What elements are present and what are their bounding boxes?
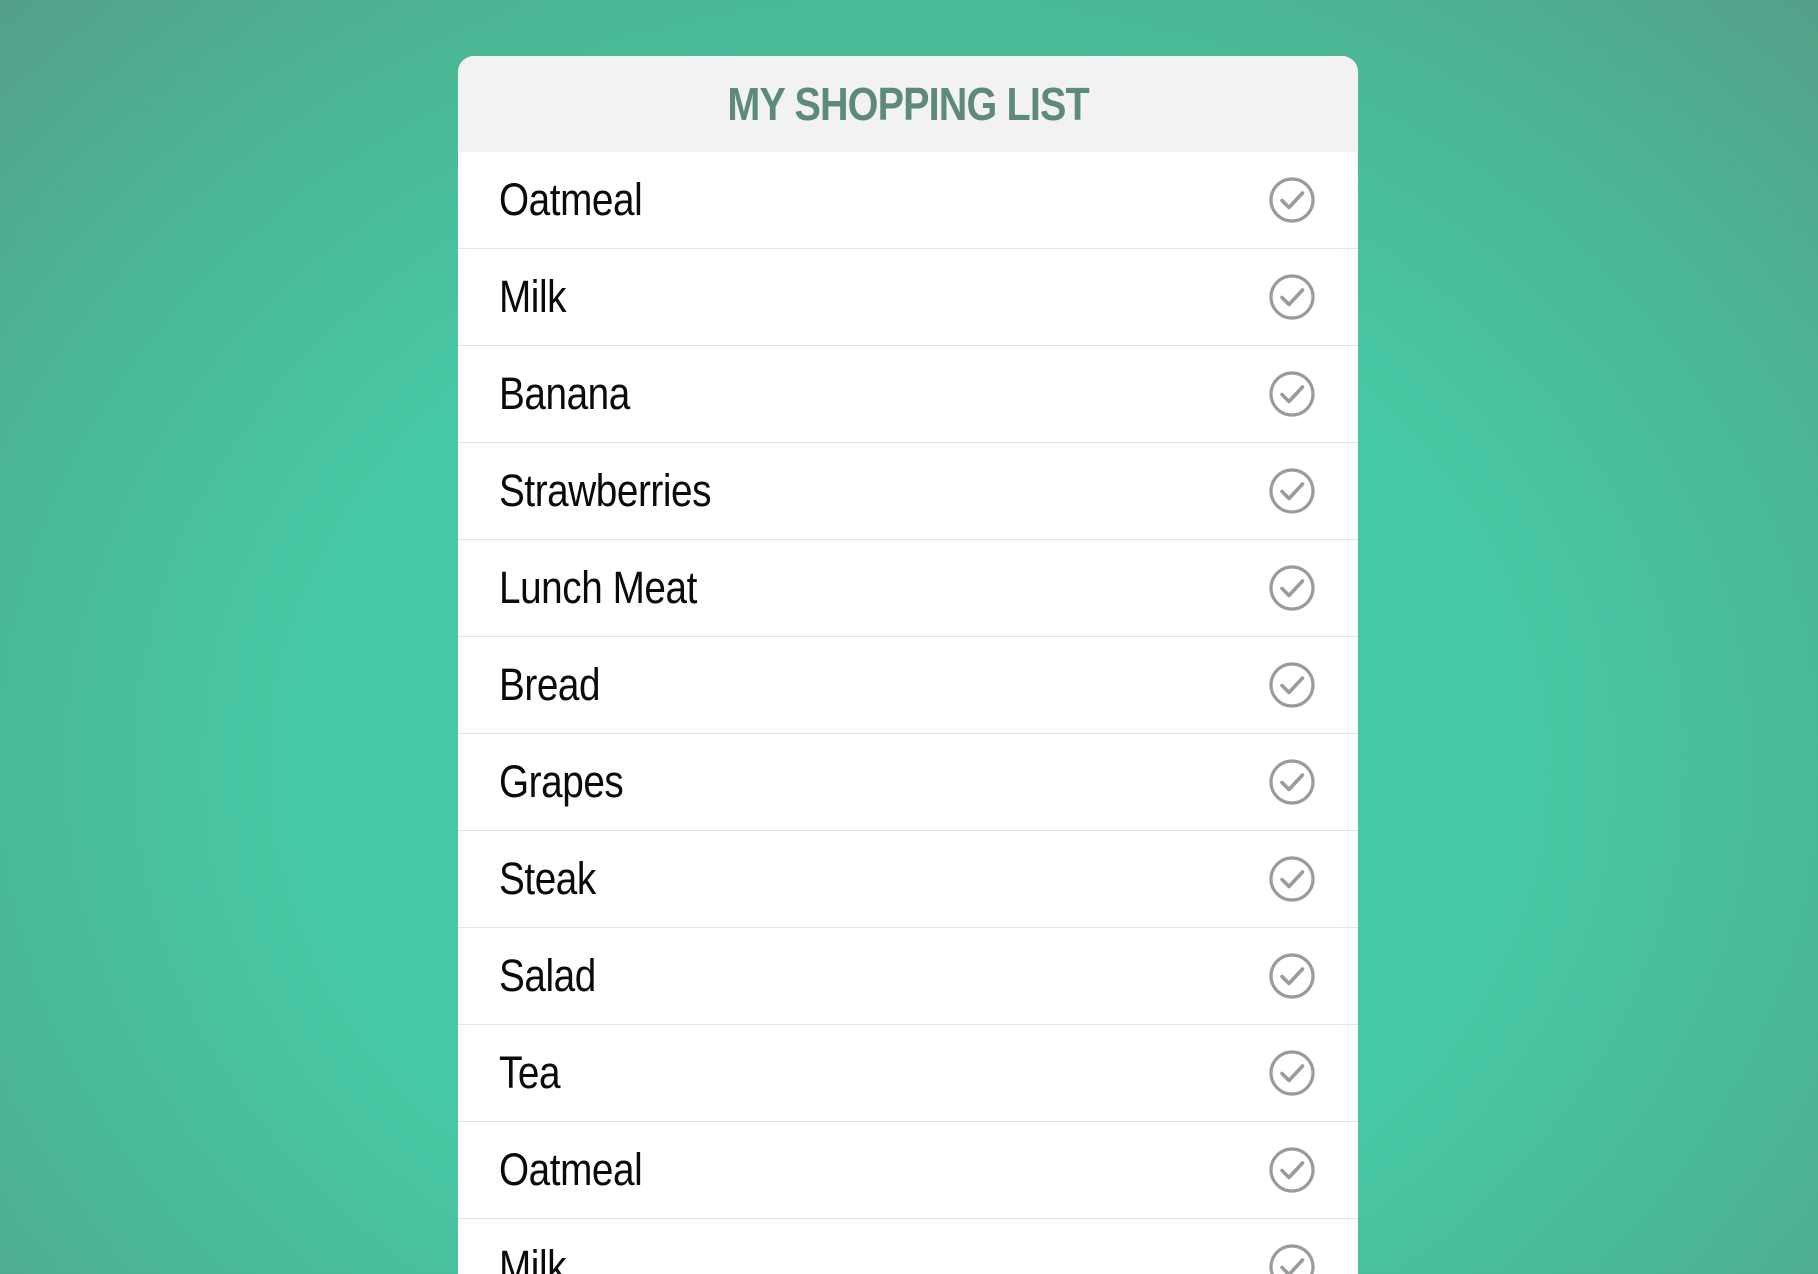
check-circle-icon[interactable] (1268, 855, 1316, 903)
check-circle-icon[interactable] (1268, 273, 1316, 321)
check-circle-icon[interactable] (1268, 1146, 1316, 1194)
check-circle-icon[interactable] (1268, 1243, 1316, 1274)
shopping-list-card: MY SHOPPING LIST Oatmeal Milk Banana Str… (458, 56, 1358, 1274)
item-label: Milk (499, 1241, 567, 1274)
check-circle-icon[interactable] (1268, 1049, 1316, 1097)
check-circle-icon[interactable] (1268, 661, 1316, 709)
list-item[interactable]: Oatmeal (458, 1122, 1358, 1219)
item-label: Steak (499, 853, 596, 904)
item-label: Oatmeal (499, 1144, 643, 1195)
item-label: Lunch Meat (499, 562, 697, 613)
list-item[interactable]: Bread (458, 637, 1358, 734)
list-item[interactable]: Grapes (458, 734, 1358, 831)
list-item[interactable]: Tea (458, 1025, 1358, 1122)
shopping-list: Oatmeal Milk Banana Strawberries Lunch M… (458, 152, 1358, 1274)
item-label: Milk (499, 271, 567, 322)
list-item[interactable]: Salad (458, 928, 1358, 1025)
list-item[interactable]: Banana (458, 346, 1358, 443)
list-header: MY SHOPPING LIST (458, 56, 1358, 152)
check-circle-icon[interactable] (1268, 564, 1316, 612)
item-label: Oatmeal (499, 174, 643, 225)
list-item[interactable]: Steak (458, 831, 1358, 928)
check-circle-icon[interactable] (1268, 952, 1316, 1000)
item-label: Strawberries (499, 465, 712, 516)
list-item[interactable]: Oatmeal (458, 152, 1358, 249)
item-label: Bread (499, 659, 601, 710)
item-label: Grapes (499, 756, 624, 807)
item-label: Banana (499, 368, 630, 419)
item-label: Tea (499, 1047, 561, 1098)
list-item[interactable]: Strawberries (458, 443, 1358, 540)
item-label: Salad (499, 950, 596, 1001)
list-item[interactable]: Milk (458, 1219, 1358, 1274)
check-circle-icon[interactable] (1268, 370, 1316, 418)
page-title: MY SHOPPING LIST (727, 78, 1089, 130)
check-circle-icon[interactable] (1268, 467, 1316, 515)
check-circle-icon[interactable] (1268, 176, 1316, 224)
check-circle-icon[interactable] (1268, 758, 1316, 806)
list-item[interactable]: Milk (458, 249, 1358, 346)
list-item[interactable]: Lunch Meat (458, 540, 1358, 637)
